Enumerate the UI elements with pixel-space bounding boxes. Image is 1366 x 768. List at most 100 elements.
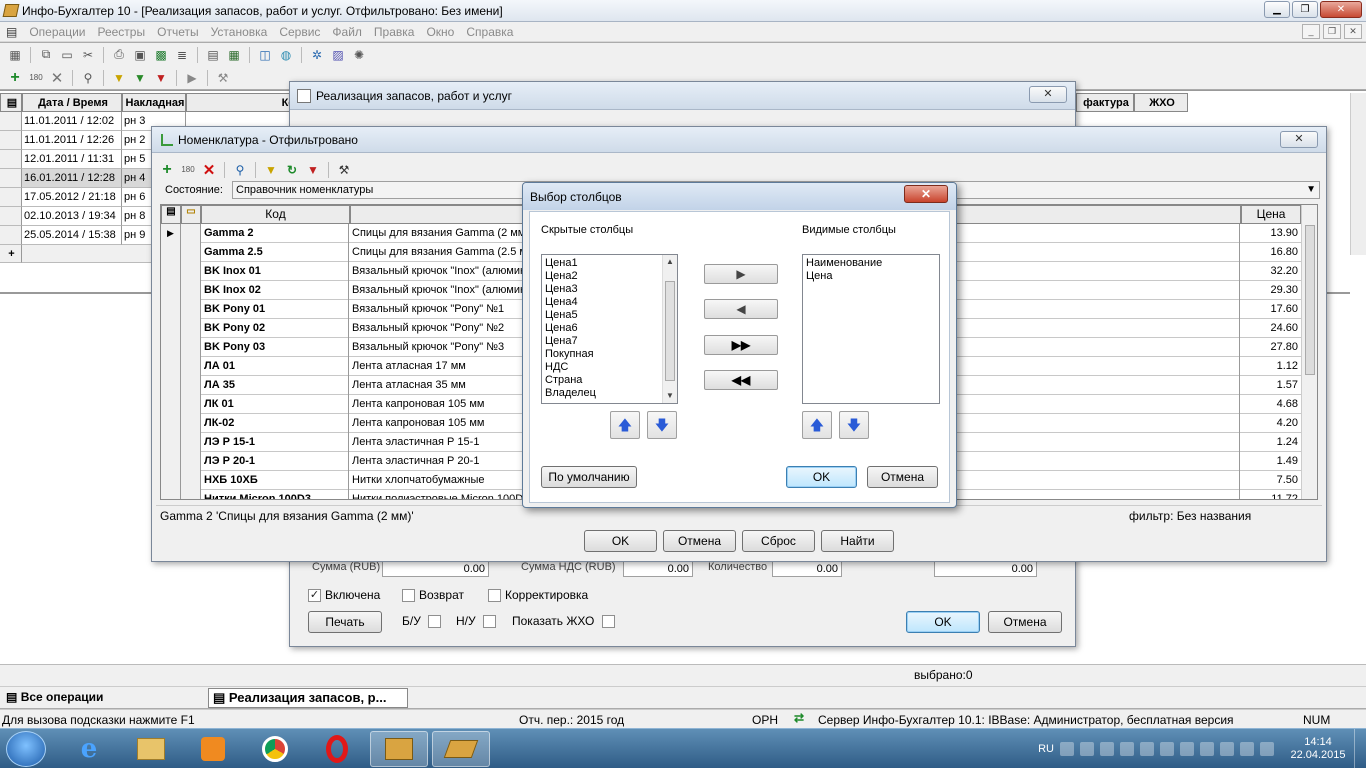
binoculars-icon[interactable]: ⚲ <box>79 69 97 87</box>
return-checkbox[interactable]: Возврат <box>402 588 464 603</box>
paste-icon[interactable]: ▭ <box>58 46 76 64</box>
menu-edit[interactable]: Правка <box>368 25 421 39</box>
move-right-button[interactable]: ▶ <box>704 264 778 284</box>
col-facture[interactable]: фактура <box>1076 93 1134 112</box>
list-item[interactable]: Владелец <box>545 387 674 400</box>
col-date[interactable]: Дата / Время <box>22 93 122 112</box>
bu-checkbox[interactable]: Б/У <box>402 614 445 629</box>
row-indicator[interactable] <box>0 150 22 169</box>
menu-reports[interactable]: Отчеты <box>151 25 204 39</box>
list-item[interactable]: Покупная <box>545 348 674 361</box>
list-icon[interactable]: ≣ <box>173 46 191 64</box>
table-row-date[interactable]: 12.01.2011 / 11:31 <box>22 150 122 169</box>
list-item[interactable]: НДС <box>545 361 674 374</box>
list-scrollbar[interactable]: ▲ ▼ <box>662 255 677 403</box>
vat-field[interactable]: 0.00 <box>623 561 693 577</box>
add-row-button[interactable]: + <box>0 245 22 263</box>
visible-up-button[interactable]: 🡅 <box>802 411 832 439</box>
menu-operations[interactable]: Операции <box>23 25 91 39</box>
hidden-columns-list[interactable]: Цена1 Цена2 Цена3 Цена4 Цена5 Цена6 Цена7 Покуп… <box>541 254 678 404</box>
realization-ok-button[interactable]: OK <box>906 611 980 633</box>
maximize-button[interactable]: ❐ <box>1292 1 1318 18</box>
nomenclature-close-button[interactable]: ✕ <box>1280 131 1318 148</box>
refresh-icon[interactable]: ↻ <box>283 161 301 179</box>
add-icon[interactable]: + <box>6 69 24 87</box>
realization-cancel-button[interactable]: Отмена <box>988 611 1062 633</box>
table-row-date[interactable]: 11.01.2011 / 12:02 <box>22 112 122 131</box>
list-item[interactable]: Цена7 <box>545 335 674 348</box>
clock[interactable]: 14:14 22.04.2015 <box>1288 736 1348 762</box>
tab-realization[interactable]: ▤ Реализация запасов, р... <box>208 688 408 708</box>
play-icon[interactable]: ▶ <box>183 69 201 87</box>
grid-icon[interactable]: ▦ <box>6 46 24 64</box>
nomen-cancel-button[interactable]: Отмена <box>663 530 736 552</box>
table-row-date[interactable]: 17.05.2012 / 21:18 <box>22 188 122 207</box>
menu-help[interactable]: Справка <box>460 25 519 39</box>
grid-scrollbar[interactable] <box>1301 205 1317 499</box>
table-row-date[interactable]: 25.05.2014 / 15:38 <box>22 226 122 245</box>
add-icon[interactable]: + <box>158 161 176 179</box>
infobuh-launcher-icon[interactable] <box>370 731 428 767</box>
hidden-up-button[interactable]: 🡅 <box>610 411 640 439</box>
close-button[interactable]: ✕ <box>1320 1 1362 18</box>
list-item[interactable]: Страна <box>545 374 674 387</box>
col-ko[interactable]: Ко <box>186 93 296 112</box>
media-player-icon[interactable] <box>184 731 242 767</box>
move-all-left-button[interactable]: ◀◀ <box>704 370 778 390</box>
row-indicator[interactable] <box>0 226 22 245</box>
col-zho[interactable]: ЖХО <box>1134 93 1188 112</box>
network-icon[interactable]: ✺ <box>350 46 368 64</box>
search-icon[interactable]: ⚲ <box>231 161 249 179</box>
filter-clear-icon[interactable]: ▼ <box>152 69 170 87</box>
menu-file[interactable]: Файл <box>326 25 368 39</box>
list-item[interactable]: Цена5 <box>545 309 674 322</box>
list-item[interactable]: Цена <box>806 270 936 283</box>
update-icon[interactable] <box>1120 742 1134 756</box>
menu-service[interactable]: Сервис <box>273 25 326 39</box>
security-icon[interactable] <box>1060 742 1074 756</box>
cut-icon[interactable]: ✂ <box>79 46 97 64</box>
signal-icon[interactable] <box>1220 742 1234 756</box>
extra-field[interactable]: 0.00 <box>934 561 1037 577</box>
row-indicator[interactable] <box>0 112 22 131</box>
dialog-ok-button[interactable]: OK <box>786 466 857 488</box>
mdi-minimize-button[interactable]: _ <box>1302 24 1320 39</box>
chrome-icon[interactable] <box>246 731 304 767</box>
menu-settings[interactable]: Установка <box>205 25 274 39</box>
col-code[interactable]: Код <box>201 205 350 224</box>
opera-icon[interactable] <box>308 731 366 767</box>
usb-icon[interactable] <box>1140 742 1154 756</box>
rotate-icon[interactable]: 180 <box>27 69 45 87</box>
calendar-icon[interactable]: ▤ <box>204 46 222 64</box>
dialog-cancel-button[interactable]: Отмена <box>867 466 938 488</box>
globe-icon[interactable]: ◍ <box>277 46 295 64</box>
show-desktop-button[interactable] <box>1354 729 1366 768</box>
visible-down-button[interactable]: 🡇 <box>839 411 869 439</box>
vertical-scrollbar[interactable] <box>1350 93 1366 255</box>
tab-all-operations[interactable]: ▤ Все операции <box>6 689 204 707</box>
volume-icon[interactable] <box>1260 742 1274 756</box>
list-item[interactable]: Цена2 <box>545 270 674 283</box>
language-indicator[interactable]: RU <box>1038 743 1054 755</box>
dialog-close-button[interactable]: ✕ <box>904 185 948 203</box>
sum-field[interactable]: 0.00 <box>382 561 489 577</box>
list-item[interactable]: Цена3 <box>545 283 674 296</box>
delete-icon[interactable]: ✕ <box>200 161 218 179</box>
delete-icon[interactable]: ✕ <box>48 69 66 87</box>
preview-icon[interactable]: ▣ <box>131 46 149 64</box>
ie-icon[interactable]: e <box>60 731 118 767</box>
chart-icon[interactable]: ◫ <box>256 46 274 64</box>
visible-columns-list[interactable]: Наименование Цена <box>802 254 940 404</box>
nomen-find-button[interactable]: Найти <box>821 530 894 552</box>
image-icon[interactable]: ▨ <box>329 46 347 64</box>
filter-edit-icon[interactable]: ▼ <box>131 69 149 87</box>
list-item[interactable]: Цена4 <box>545 296 674 309</box>
nomen-ok-button[interactable]: OK <box>584 530 657 552</box>
minimize-button[interactable]: ▁ <box>1264 1 1290 18</box>
monitor-icon[interactable] <box>1100 742 1114 756</box>
qty-field[interactable]: 0.00 <box>772 561 842 577</box>
table-row-date[interactable]: 16.01.2011 / 12:28 <box>22 169 122 188</box>
hidden-down-button[interactable]: 🡇 <box>647 411 677 439</box>
flag-icon[interactable] <box>1200 742 1214 756</box>
menu-registers[interactable]: Реестры <box>91 25 151 39</box>
